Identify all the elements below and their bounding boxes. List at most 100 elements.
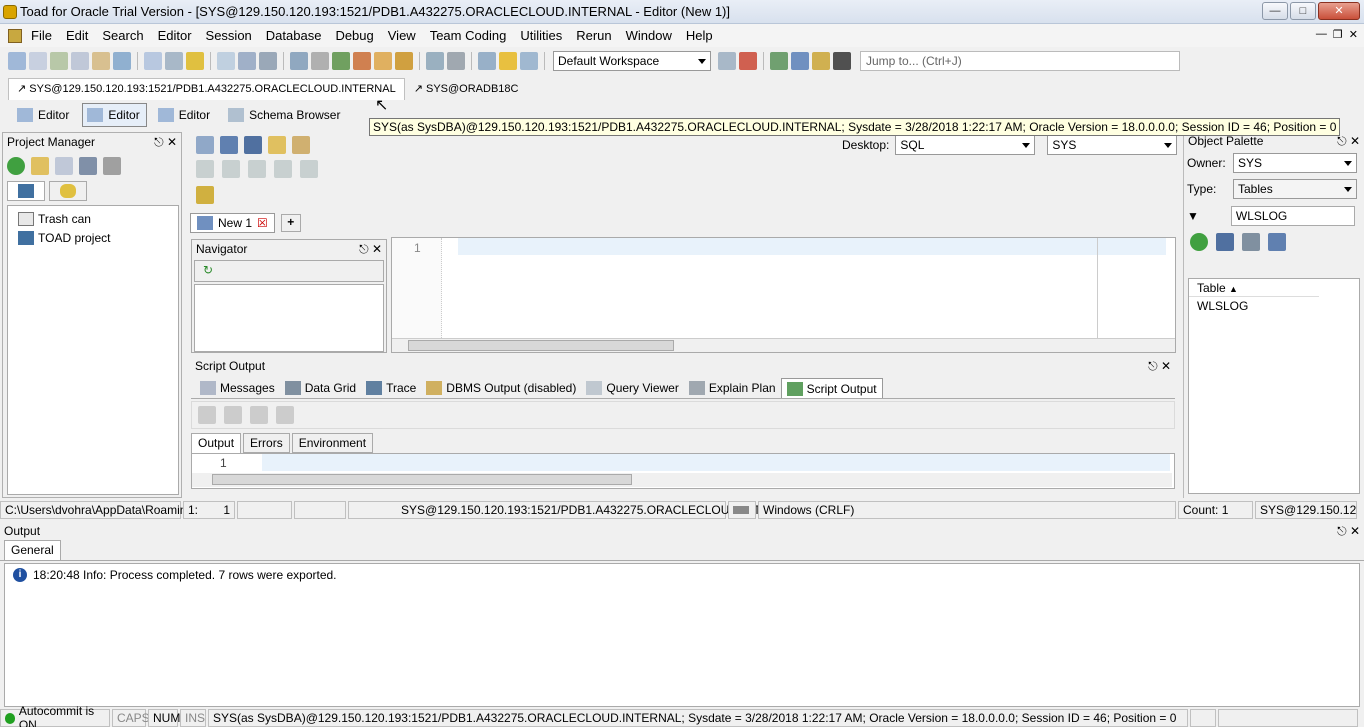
new-editor-icon[interactable] bbox=[8, 52, 26, 70]
database-icon[interactable] bbox=[1216, 233, 1234, 251]
desktop-select[interactable]: SQL bbox=[895, 135, 1036, 155]
save-icon[interactable] bbox=[250, 406, 268, 424]
execute-icon[interactable] bbox=[196, 160, 214, 178]
tab-trace[interactable]: Trace bbox=[361, 378, 421, 398]
mode-tab-schema-browser[interactable]: Schema Browser bbox=[223, 103, 347, 127]
import-icon[interactable] bbox=[374, 52, 392, 70]
subtab-output[interactable]: Output bbox=[191, 433, 242, 453]
pin-icon[interactable]: ⎋ bbox=[154, 135, 164, 149]
bell-icon[interactable] bbox=[499, 52, 517, 70]
view-options-icon[interactable] bbox=[1268, 233, 1286, 251]
tab-explain-plan[interactable]: Explain Plan bbox=[684, 378, 781, 398]
subtab-errors[interactable]: Errors bbox=[243, 433, 290, 453]
education-icon[interactable] bbox=[833, 52, 851, 70]
debug-icon[interactable] bbox=[300, 160, 318, 178]
mode-tab-editor-2[interactable]: Editor bbox=[82, 103, 147, 127]
workspace-select[interactable]: Default Workspace bbox=[553, 51, 711, 71]
autocommit-status[interactable]: Autocommit is ON bbox=[0, 704, 110, 727]
load-icon[interactable] bbox=[292, 136, 310, 154]
lightning-icon[interactable] bbox=[186, 52, 204, 70]
session-browser-icon[interactable] bbox=[113, 52, 131, 70]
database-icon[interactable] bbox=[290, 52, 308, 70]
menu-help[interactable]: Help bbox=[679, 28, 720, 43]
network-icon[interactable] bbox=[478, 52, 496, 70]
query-builder-icon[interactable] bbox=[71, 52, 89, 70]
export-icon[interactable] bbox=[276, 406, 294, 424]
script-icon[interactable] bbox=[222, 160, 240, 178]
compare-icon[interactable] bbox=[395, 52, 413, 70]
tab-dbms-output[interactable]: DBMS Output (disabled) bbox=[421, 378, 581, 398]
editor-horizontal-scrollbar[interactable] bbox=[392, 338, 1175, 352]
format-icon[interactable] bbox=[274, 160, 292, 178]
output-horizontal-scrollbar[interactable] bbox=[192, 473, 1172, 487]
menu-session[interactable]: Session bbox=[199, 28, 259, 43]
tree-item-trash-can[interactable]: Trash can bbox=[18, 209, 168, 228]
database-tab[interactable] bbox=[49, 181, 87, 201]
menu-debug[interactable]: Debug bbox=[328, 28, 380, 43]
schema-browser-icon[interactable] bbox=[29, 52, 47, 70]
mdi-restore-icon[interactable]: ❐ bbox=[1333, 28, 1343, 41]
column-header-table[interactable]: Table ▲ bbox=[1189, 279, 1319, 297]
editor-menu-icon[interactable] bbox=[8, 28, 22, 43]
output-text-area[interactable]: 1 bbox=[191, 453, 1175, 489]
menu-window[interactable]: Window bbox=[619, 28, 679, 43]
tab-script-output[interactable]: Script Output bbox=[780, 378, 883, 398]
print-icon[interactable] bbox=[103, 157, 121, 175]
close-icon[interactable]: ✕ bbox=[1350, 134, 1360, 148]
new-file-icon[interactable] bbox=[55, 157, 73, 175]
explain-icon[interactable] bbox=[248, 160, 266, 178]
pin-icon[interactable]: ⎋ bbox=[359, 242, 369, 256]
refresh-icon[interactable]: ↻ bbox=[194, 260, 384, 282]
editor-tab-new-1[interactable]: New 1 ☒ bbox=[190, 213, 275, 233]
tab-messages[interactable]: Messages bbox=[195, 378, 280, 398]
feedback-icon[interactable] bbox=[791, 52, 809, 70]
search-db-icon[interactable] bbox=[520, 52, 538, 70]
connect-icon[interactable] bbox=[196, 136, 214, 154]
mode-tab-editor-1[interactable]: Editor bbox=[12, 103, 76, 127]
minimize-button[interactable]: — bbox=[1262, 2, 1288, 20]
tools-icon[interactable] bbox=[426, 52, 444, 70]
close-icon[interactable]: ✕ bbox=[372, 242, 382, 256]
schema-select[interactable]: SYS bbox=[1047, 135, 1178, 155]
open-folder-icon[interactable] bbox=[268, 136, 286, 154]
tab-general[interactable]: General bbox=[4, 540, 61, 560]
mdi-minimize-icon[interactable]: — bbox=[1316, 28, 1327, 41]
add-tab-button[interactable]: + bbox=[280, 214, 301, 232]
workspace-save-icon[interactable] bbox=[718, 52, 736, 70]
disconnect-icon[interactable] bbox=[244, 136, 262, 154]
table-row[interactable]: WLSLOG bbox=[1189, 297, 1359, 315]
menu-database[interactable]: Database bbox=[259, 28, 329, 43]
community-icon[interactable] bbox=[770, 52, 788, 70]
jump-to-input[interactable]: Jump to... (Ctrl+J) bbox=[860, 51, 1180, 71]
owner-select[interactable]: SYS bbox=[1233, 153, 1357, 173]
sql-tuning-icon[interactable] bbox=[92, 52, 110, 70]
menu-search[interactable]: Search bbox=[95, 28, 150, 43]
project-tab[interactable] bbox=[7, 181, 45, 201]
tab-query-viewer[interactable]: Query Viewer bbox=[581, 378, 683, 398]
plsql-icon[interactable] bbox=[311, 52, 329, 70]
mode-tab-editor-3[interactable]: Editor bbox=[153, 103, 217, 127]
add-icon[interactable] bbox=[7, 157, 25, 175]
menu-file[interactable]: File bbox=[24, 28, 59, 43]
close-tab-icon[interactable]: ☒ bbox=[257, 216, 268, 230]
copy-icon[interactable] bbox=[198, 406, 216, 424]
menu-utilities[interactable]: Utilities bbox=[513, 28, 569, 43]
type-select[interactable]: Tables bbox=[1233, 179, 1357, 199]
close-icon[interactable]: ✕ bbox=[167, 135, 177, 149]
dataset-icon[interactable] bbox=[217, 52, 235, 70]
chat-icon[interactable] bbox=[812, 52, 830, 70]
close-button[interactable]: ✕ bbox=[1318, 2, 1360, 20]
workspace-delete-icon[interactable] bbox=[739, 52, 757, 70]
connection-tab-oradb18c[interactable]: ↗ SYS@ORADB18C bbox=[405, 78, 528, 100]
open-folder-icon[interactable] bbox=[31, 157, 49, 175]
close-icon[interactable]: ✕ bbox=[1161, 359, 1171, 373]
pin-icon[interactable]: ⎋ bbox=[1337, 524, 1347, 538]
close-icon[interactable]: ✕ bbox=[1350, 524, 1360, 538]
filter-icon[interactable] bbox=[224, 406, 242, 424]
gear-icon[interactable] bbox=[259, 52, 277, 70]
scroll-thumb[interactable] bbox=[408, 340, 674, 351]
window-list-icon[interactable] bbox=[144, 52, 162, 70]
tab-data-grid[interactable]: Data Grid bbox=[280, 378, 361, 398]
refresh-icon[interactable] bbox=[1190, 233, 1208, 251]
menu-team-coding[interactable]: Team Coding bbox=[423, 28, 514, 43]
